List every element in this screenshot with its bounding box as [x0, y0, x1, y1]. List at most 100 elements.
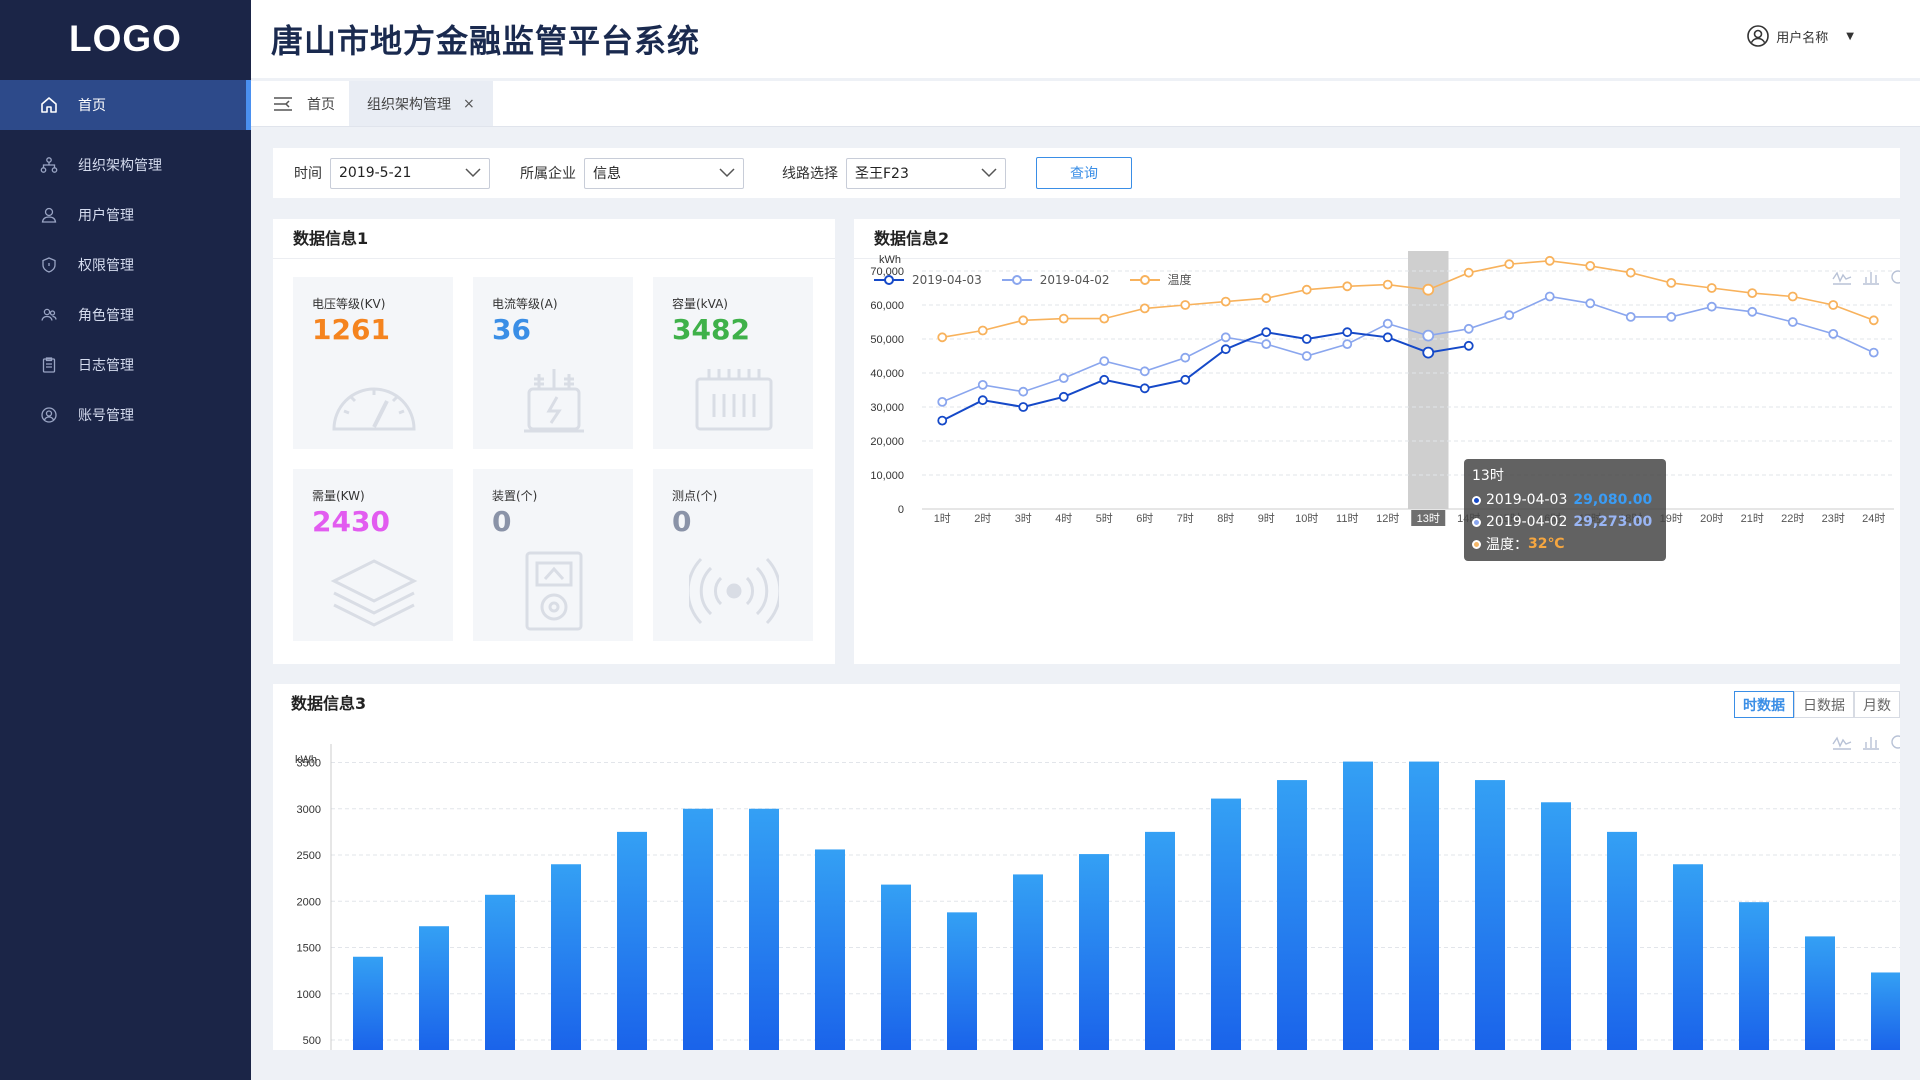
data-point — [1544, 255, 1555, 266]
bar — [947, 912, 977, 1050]
stat-value: 3482 — [672, 313, 750, 346]
chart-tooltip: 13时 2019-04-03 29,080.00 2019-04-02 29,2… — [1464, 459, 1666, 561]
tab-home[interactable]: 首页 — [301, 81, 349, 126]
data-point — [1868, 315, 1879, 326]
series-dot — [1472, 517, 1481, 527]
tooltip-series: 2019-04-03 — [1486, 492, 1568, 508]
data-point — [1422, 329, 1435, 342]
logo: LOGO — [69, 18, 182, 59]
x-tick-label: 3时 — [1015, 512, 1032, 525]
line-select[interactable]: 圣王F23 — [846, 157, 1006, 189]
data-point — [937, 332, 948, 343]
bar — [1871, 972, 1900, 1050]
y-tick-label: 3500 — [297, 758, 321, 770]
bar — [1673, 864, 1703, 1050]
bar — [1805, 936, 1835, 1050]
y-tick-label: 10,000 — [870, 470, 904, 482]
x-tick-label: 11时 — [1336, 512, 1358, 525]
panel-data-info-1: 数据信息1 电压等级(KV) 1261 电流等级(A) 36 容量(kVA) 3… — [273, 219, 835, 664]
bar — [749, 808, 779, 1050]
data-point — [1139, 383, 1150, 394]
bar — [683, 808, 713, 1050]
data-point — [1504, 310, 1515, 321]
data-point — [977, 325, 988, 336]
tooltip-value: 32℃ — [1528, 536, 1565, 552]
user-menu[interactable]: 用户名称 ▼ — [1746, 24, 1854, 48]
y-tick-label: 50,000 — [870, 334, 904, 346]
stat-value: 1261 — [312, 313, 390, 346]
time-select[interactable]: 2019-5-21 — [330, 157, 490, 189]
sidebar-item-label: 组织架构管理 — [78, 158, 162, 174]
y-tick-label: 3000 — [297, 804, 321, 816]
data-point — [1463, 323, 1474, 334]
tab-label: 组织架构管理 — [367, 96, 451, 113]
sidebar-item-label: 权限管理 — [78, 258, 134, 274]
y-tick-label: 60,000 — [870, 300, 904, 312]
sidebar-item-org[interactable]: 组织架构管理 — [0, 140, 251, 190]
data-point — [1301, 284, 1312, 295]
stat-label: 电压等级(KV) — [312, 297, 386, 311]
data-point — [1301, 334, 1312, 344]
close-icon[interactable]: × — [463, 96, 475, 112]
tab-org[interactable]: 组织架构管理 × — [349, 81, 493, 126]
data-point — [1018, 315, 1029, 326]
data-point — [1058, 391, 1069, 402]
bar — [551, 864, 581, 1050]
series-dot — [1472, 495, 1481, 505]
data-point — [1422, 346, 1435, 359]
data-point — [1463, 267, 1474, 278]
sidebar-item-permission[interactable]: 权限管理 — [0, 240, 251, 290]
data-point — [1180, 352, 1191, 363]
data-point — [1585, 298, 1596, 309]
data-point — [1382, 332, 1393, 343]
data-point — [1018, 402, 1029, 412]
data-point — [1342, 281, 1353, 292]
tooltip-value: 29,273.00 — [1573, 514, 1653, 530]
sidebar-item-logs[interactable]: 日志管理 — [0, 340, 251, 390]
y-tick-label: 1000 — [297, 989, 321, 1001]
x-tick-label: 21时 — [1741, 512, 1764, 525]
query-button[interactable]: 查询 — [1036, 157, 1132, 189]
y-tick-label: 30,000 — [870, 402, 904, 414]
data-point — [977, 395, 988, 406]
sidebar-item-home[interactable]: 首页 — [0, 80, 251, 130]
tooltip-title: 13时 — [1472, 468, 1504, 484]
x-tick-label: 7时 — [1177, 512, 1194, 525]
x-tick-label: 10时 — [1295, 512, 1318, 525]
sidebar-item-accounts[interactable]: 账号管理 — [0, 390, 251, 440]
data-point — [1261, 327, 1272, 338]
data-point — [1099, 374, 1110, 385]
bar — [1013, 874, 1043, 1050]
bar — [815, 849, 845, 1050]
data-point — [1058, 313, 1069, 324]
tab-label: 首页 — [307, 96, 335, 113]
bar — [1475, 780, 1505, 1050]
sidebar-item-users[interactable]: 用户管理 — [0, 190, 251, 240]
x-tick-label: 2时 — [974, 512, 991, 525]
data-point — [977, 379, 988, 390]
company-select[interactable]: 信息 — [584, 157, 744, 189]
menu-toggle-icon[interactable] — [265, 81, 301, 126]
data-point — [1099, 356, 1110, 367]
data-point — [1463, 340, 1474, 351]
sidebar-item-roles[interactable]: 角色管理 — [0, 290, 251, 340]
series-dot — [1472, 539, 1481, 549]
stat-label: 装置(个) — [492, 489, 538, 503]
stat-value: 36 — [492, 313, 531, 346]
bar — [1409, 761, 1439, 1050]
data-point — [1220, 344, 1231, 355]
panel-data-info-2: 数据信息2 2019-04-03 2019-04-02 温度 kWh 0 10,00… — [854, 219, 1900, 664]
gauge-icon — [332, 387, 416, 431]
x-tick-label: 5时 — [1096, 512, 1113, 525]
x-tick-label: 20时 — [1700, 512, 1723, 525]
company-value: 信息 — [593, 166, 621, 182]
user-icon — [38, 204, 60, 226]
account-icon — [38, 404, 60, 426]
stat-card-voltage: 电压等级(KV) 1261 — [293, 277, 453, 449]
data-point — [1747, 288, 1758, 298]
meter-icon — [525, 551, 583, 631]
data-point — [1585, 261, 1596, 271]
stat-label: 需量(KW) — [312, 489, 365, 503]
stat-value: 0 — [672, 505, 692, 538]
company-label: 所属企业 — [520, 166, 576, 182]
